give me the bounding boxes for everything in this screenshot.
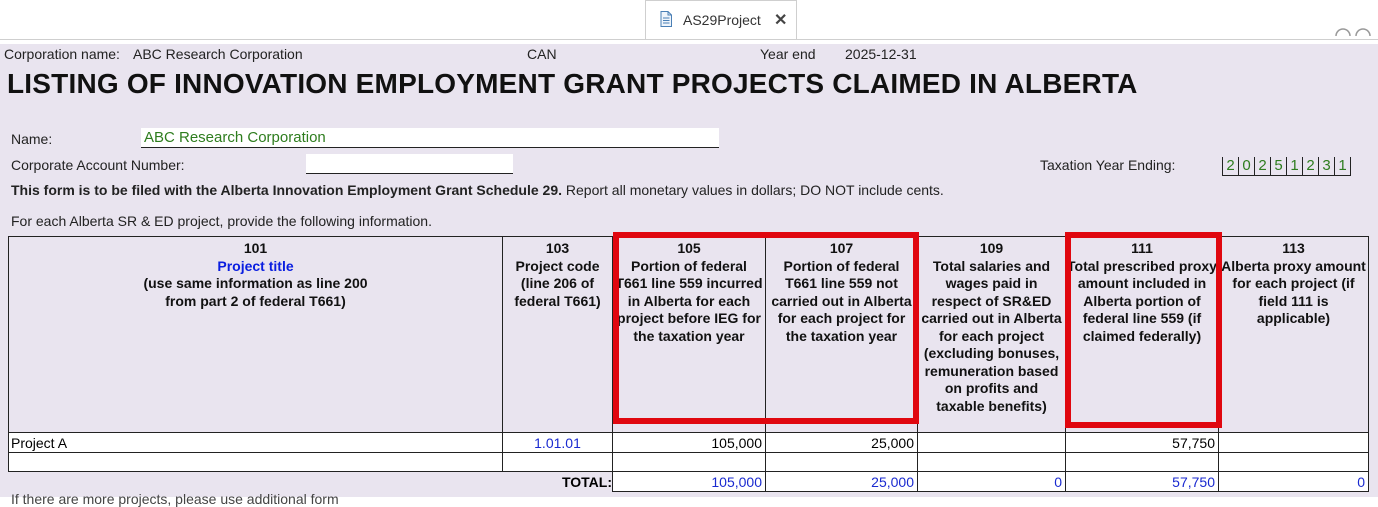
col-code: 109 <box>979 240 1004 256</box>
col-desc: Project code (line 206 of federal T661) <box>514 257 601 309</box>
notice: This form is to be filed with the Albert… <box>11 182 944 198</box>
empty-cell[interactable] <box>612 452 766 472</box>
col-109-header: 109 Total salaries and wages paid in res… <box>917 236 1066 433</box>
total-109: 0 <box>917 471 1066 492</box>
tax-year-digit: 5 <box>1271 157 1287 175</box>
cell-107[interactable]: 25,000 <box>765 432 918 453</box>
cell-113[interactable] <box>1218 432 1369 453</box>
projects-table: 101 Project title (use same information … <box>8 236 1369 492</box>
cell-105[interactable]: 105,000 <box>612 432 766 453</box>
col-code: 111 <box>1131 240 1153 256</box>
total-107: 25,000 <box>765 471 918 492</box>
col-desc: (use same information as line 200 from p… <box>143 275 368 309</box>
account-number-field[interactable] <box>306 154 513 174</box>
empty-cell[interactable] <box>502 452 613 472</box>
tax-year-digit: 2 <box>1255 157 1271 175</box>
col-103-header: 103 Project code (line 206 of federal T6… <box>502 236 613 433</box>
close-icon[interactable]: ✕ <box>774 10 787 30</box>
empty-cell[interactable] <box>917 452 1066 472</box>
tax-year-digit: 3 <box>1319 157 1335 175</box>
col-desc: Total salaries and wages paid in respect… <box>921 257 1062 414</box>
tab-label: AS29Project <box>683 12 761 28</box>
tab-divider <box>0 39 1378 40</box>
notice-rest: Report all monetary values in dollars; D… <box>562 182 944 198</box>
empty-cell[interactable] <box>1218 452 1369 472</box>
document-icon <box>660 11 672 27</box>
table-row-empty <box>8 452 1369 472</box>
table-row: Project A 1.01.01 105,000 25,000 57,750 <box>8 432 1369 453</box>
name-label: Name: <box>11 131 53 147</box>
tax-year-digit: 1 <box>1335 157 1351 175</box>
col-code: 113 <box>1282 240 1305 256</box>
account-label: Corporate Account Number: <box>11 157 185 173</box>
empty-cell[interactable] <box>765 452 918 472</box>
cell-109[interactable] <box>917 432 1066 453</box>
page-title: LISTING OF INNOVATION EMPLOYMENT GRANT P… <box>7 68 1138 99</box>
form-area: Corporation name: ABC Research Corporati… <box>0 44 1378 507</box>
year-end-value: 2025-12-31 <box>845 46 917 62</box>
footer-note: If there are more projects, please use a… <box>11 491 339 507</box>
total-113: 0 <box>1218 471 1369 492</box>
col-code: 101 <box>243 240 268 256</box>
instruction: For each Alberta SR & ED project, provid… <box>11 213 432 229</box>
tax-year-field[interactable]: 2 0 2 5 1 2 3 1 <box>1222 157 1351 176</box>
tax-year-label: Taxation Year Ending: <box>1040 157 1176 173</box>
project-title-cell[interactable]: Project A <box>8 432 503 453</box>
corporation-label: Corporation name: <box>4 46 120 62</box>
col-desc: Portion of federal T661 line 559 incurre… <box>615 257 763 344</box>
col-code: 107 <box>829 240 854 256</box>
total-105: 105,000 <box>612 471 766 492</box>
total-111: 57,750 <box>1065 471 1219 492</box>
col-111-header: 111 Total prescribed proxy amount includ… <box>1065 236 1219 433</box>
col-code: 103 <box>545 240 570 256</box>
name-field[interactable]: ABC Research Corporation <box>141 128 719 148</box>
tab-bar: AS29Project ✕ <box>0 0 1378 40</box>
empty-cell[interactable] <box>8 452 503 472</box>
col-desc: Alberta proxy amount for each project (i… <box>1221 257 1366 327</box>
tax-year-digit: 0 <box>1239 157 1255 175</box>
col-code: 105 <box>677 240 701 256</box>
tax-year-digit: 2 <box>1223 157 1239 175</box>
total-row: TOTAL: 105,000 25,000 0 57,750 0 <box>9 471 1369 492</box>
year-end-label: Year end <box>760 46 816 62</box>
total-label: TOTAL: <box>561 473 612 490</box>
tax-year-digit: 2 <box>1303 157 1319 175</box>
col-101-header: 101 Project title (use same information … <box>8 236 503 433</box>
cell-111[interactable]: 57,750 <box>1065 432 1219 453</box>
country: CAN <box>527 46 557 62</box>
name-value: ABC Research Corporation <box>144 129 326 146</box>
overflow-icon[interactable] <box>1334 24 1374 36</box>
project-code-cell[interactable]: 1.01.01 <box>502 432 613 453</box>
tab-as29project[interactable]: AS29Project ✕ <box>645 0 797 39</box>
table-header-row: 101 Project title (use same information … <box>8 236 1369 433</box>
col-title: Project title <box>217 257 294 274</box>
corporation-name: ABC Research Corporation <box>133 46 303 62</box>
empty-cell[interactable] <box>1065 452 1219 472</box>
col-desc: Portion of federal T661 line 559 not car… <box>771 257 912 344</box>
col-113-header: 113 Alberta proxy amount for each projec… <box>1218 236 1369 433</box>
col-desc: Total prescribed proxy amount included i… <box>1067 257 1217 344</box>
col-105-header: 105 Portion of federal T661 line 559 inc… <box>612 236 766 433</box>
tax-year-digit: 1 <box>1287 157 1303 175</box>
col-107-header: 107 Portion of federal T661 line 559 not… <box>765 236 918 433</box>
notice-bold: This form is to be filed with the Albert… <box>11 182 562 198</box>
